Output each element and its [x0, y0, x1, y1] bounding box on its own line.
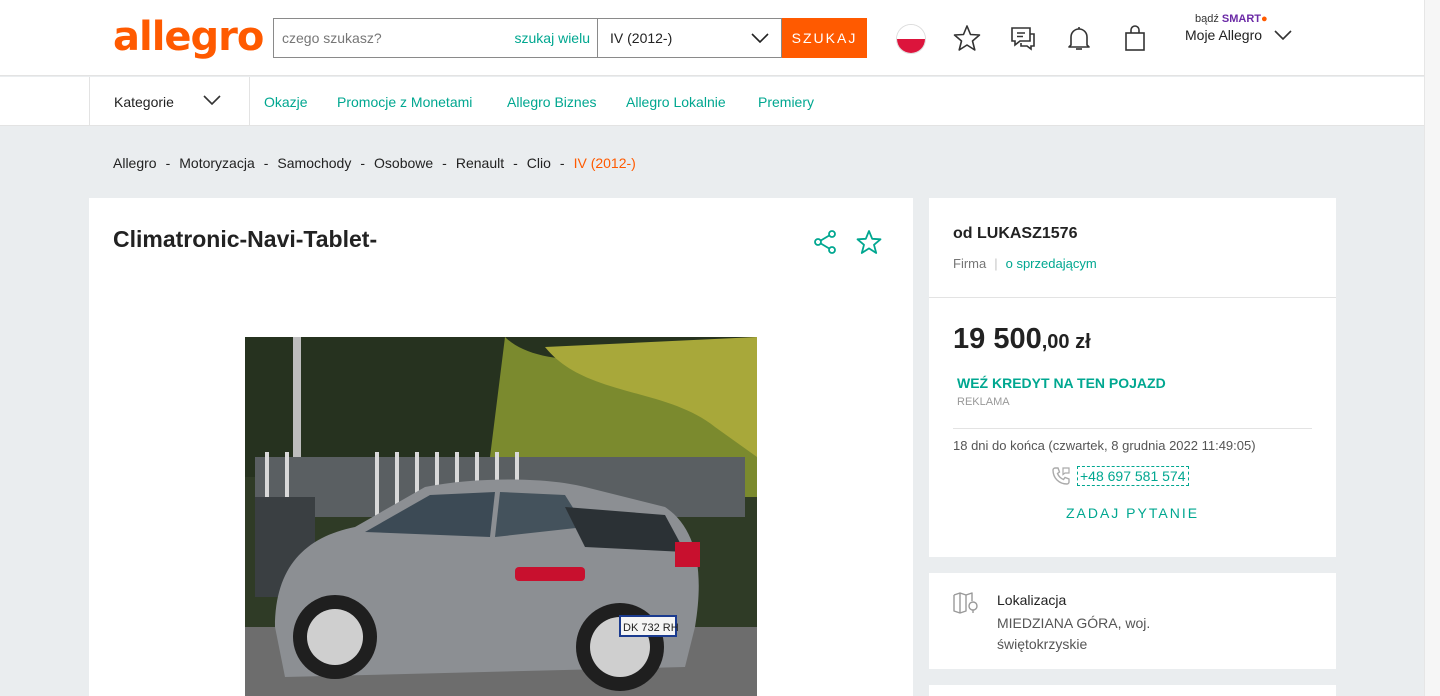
listing-card: Climatronic-Navi-Tablet- DK 732 RH	[89, 198, 913, 696]
about-seller-link[interactable]: o sprzedającym	[1006, 256, 1097, 271]
license-plate-text: DK 732 RH	[623, 622, 679, 634]
location-title: Lokalizacja	[997, 592, 1067, 608]
smart-pin-icon: ●	[1261, 13, 1268, 25]
ask-question-button[interactable]: ZADAJ PYTANIE	[929, 505, 1336, 521]
seller-info: Firma | o sprzedającym	[953, 256, 1097, 271]
price: 19 500,00 zł	[953, 323, 1091, 356]
nav-link-promocje[interactable]: Promocje z Monetami	[337, 94, 472, 110]
categories-label: Kategorie	[114, 93, 174, 110]
price-main: 19 500	[953, 323, 1042, 355]
breadcrumb-current[interactable]: IV (2012-)	[574, 155, 636, 171]
category-select-value: IV (2012-)	[610, 30, 673, 46]
phone-number[interactable]: +48 697 581 574	[1077, 466, 1189, 486]
location-value: MIEDZIANA GÓRA, woj. świętokrzyskie	[997, 615, 1151, 652]
nav-link-lokalnie[interactable]: Allegro Lokalnie	[626, 94, 726, 110]
listing-photo[interactable]: DK 732 RH	[245, 337, 757, 696]
allegro-logo[interactable]: allegro	[113, 14, 264, 60]
smart-badge: bądź SMART●	[1185, 13, 1310, 25]
price-cents: ,00 zł	[1041, 331, 1091, 353]
flag-pl-icon[interactable]	[896, 24, 926, 54]
map-icon	[953, 592, 978, 614]
listing-title: Climatronic-Navi-Tablet-	[113, 226, 378, 252]
divider	[929, 297, 1336, 298]
category-nav: Kategorie Okazje Promocje z Monetami All…	[0, 77, 1424, 126]
smart-prefix: bądź	[1195, 13, 1219, 25]
smart-label: SMART	[1221, 13, 1262, 25]
chevron-down-icon	[1274, 30, 1292, 40]
my-allegro-button[interactable]: Moje Allegro	[1185, 27, 1310, 43]
breadcrumb-item[interactable]: Renault	[456, 155, 504, 171]
location-card: Lokalizacja MIEDZIANA GÓRA, woj. świętok…	[929, 573, 1336, 669]
search-placeholder: czego szukasz?	[282, 30, 382, 46]
breadcrumb-item[interactable]: Clio	[527, 155, 551, 171]
share-icon[interactable]	[812, 229, 838, 255]
phone-icon	[1052, 467, 1070, 485]
search-many-link[interactable]: szukaj wielu	[515, 30, 590, 46]
seller-name: od LUKASZ1576	[953, 225, 1078, 242]
credit-link[interactable]: WEŹ KREDYT NA TEN POJAZD	[957, 375, 1166, 391]
breadcrumb-item[interactable]: Allegro	[113, 155, 157, 171]
chevron-down-icon	[203, 95, 221, 105]
breadcrumb-item[interactable]: Motoryzacja	[179, 155, 254, 171]
bag-icon[interactable]	[1121, 24, 1149, 52]
phone-row: +48 697 581 574	[1051, 466, 1189, 486]
category-select[interactable]: IV (2012-)	[597, 18, 782, 58]
search-button[interactable]: SZUKAJ	[782, 18, 867, 58]
car-photo-image: DK 732 RH	[245, 337, 757, 696]
scrollbar[interactable]	[1424, 0, 1440, 696]
my-allegro-label: Moje Allegro	[1185, 27, 1263, 43]
breadcrumb-item[interactable]: Samochody	[277, 155, 351, 171]
breadcrumb-item[interactable]: Osobowe	[374, 155, 433, 171]
nav-link-biznes[interactable]: Allegro Biznes	[507, 94, 597, 110]
account-menu[interactable]: bądź SMART● Moje Allegro	[1185, 13, 1310, 43]
bell-icon[interactable]	[1065, 24, 1093, 52]
offer-end-time: 18 dni do końca (czwartek, 8 grudnia 202…	[953, 438, 1256, 453]
nav-link-okazje[interactable]: Okazje	[264, 94, 308, 110]
next-card	[929, 685, 1336, 696]
ad-label: REKLAMA	[957, 396, 1010, 408]
star-icon[interactable]	[953, 24, 981, 52]
divider	[953, 428, 1312, 429]
chevron-down-icon	[751, 33, 769, 43]
top-header: allegro czego szukasz? szukaj wielu IV (…	[0, 0, 1424, 76]
offer-card: od LUKASZ1576 Firma | o sprzedającym 19 50…	[929, 198, 1336, 557]
search-input[interactable]: czego szukasz? szukaj wielu	[273, 18, 598, 58]
categories-dropdown[interactable]: Kategorie	[89, 77, 250, 126]
seller-type: Firma	[953, 256, 987, 271]
nav-link-premiery[interactable]: Premiery	[758, 94, 814, 110]
chat-icon[interactable]	[1009, 24, 1037, 52]
breadcrumb: Allegro - Motoryzacja - Samochody - Osobowe…	[113, 155, 636, 171]
favorite-star-icon[interactable]	[856, 229, 882, 255]
